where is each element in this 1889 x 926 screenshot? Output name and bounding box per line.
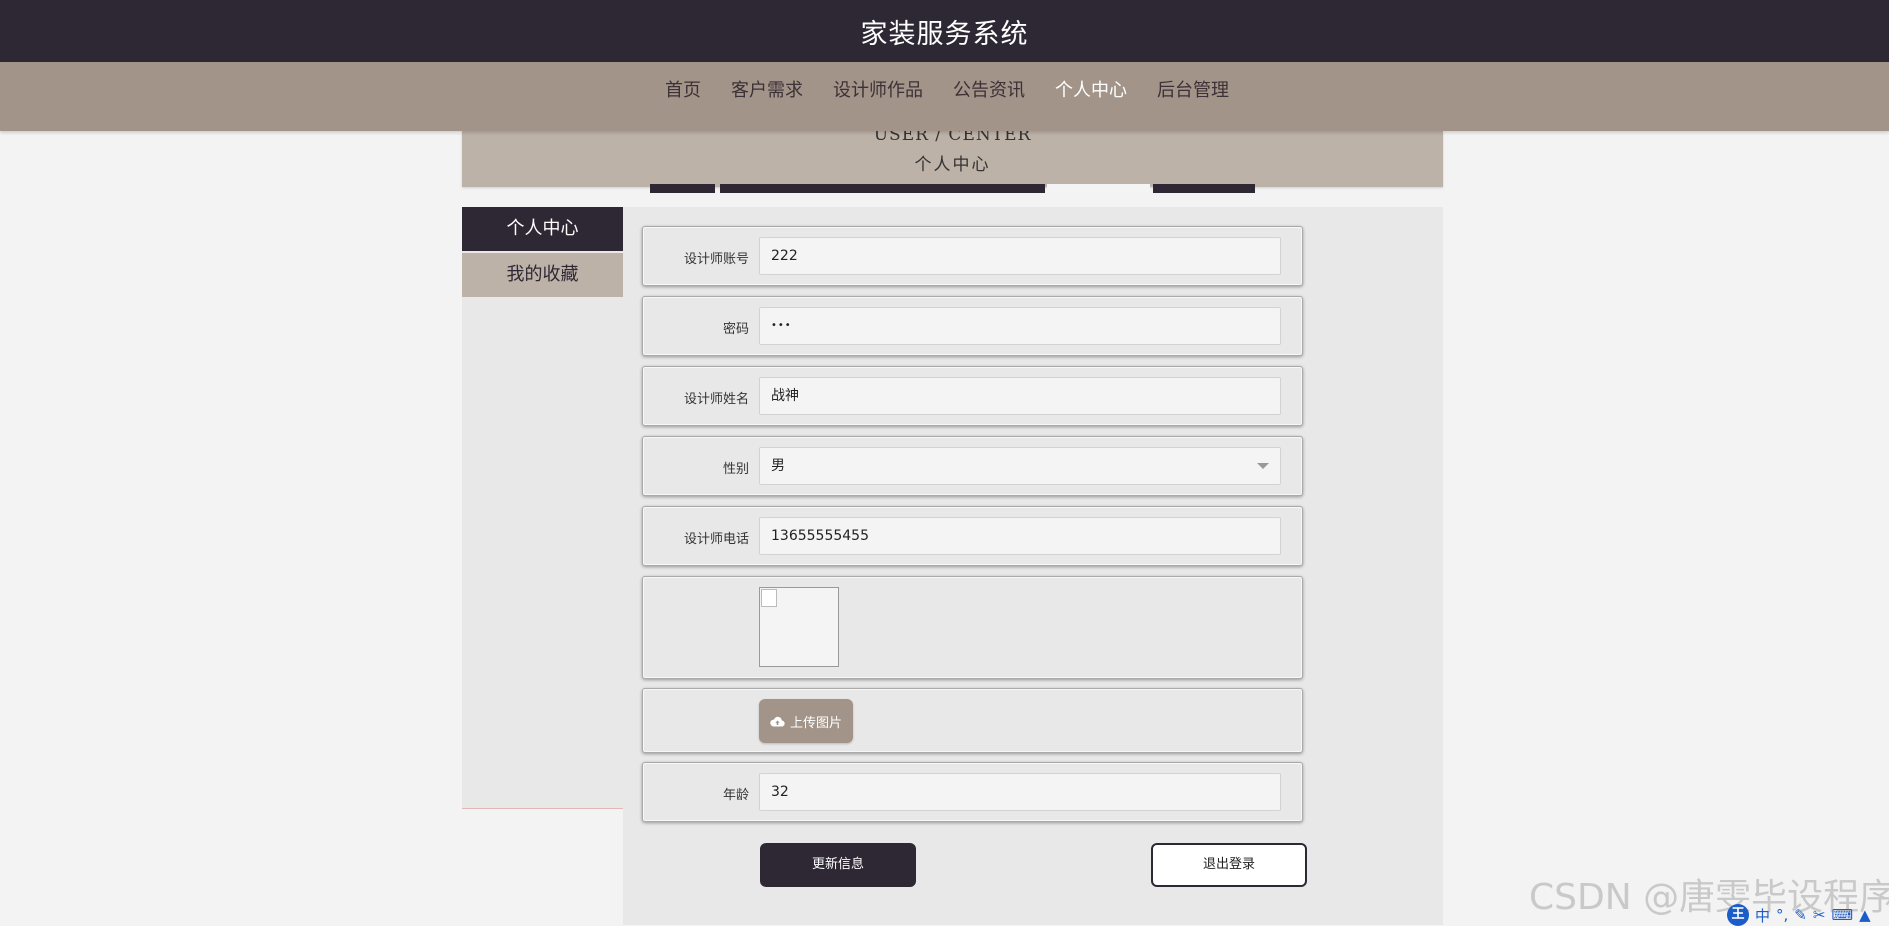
gender-value: 男 xyxy=(771,458,785,474)
account-input[interactable]: 222 xyxy=(759,237,1281,275)
nav-highlight-strip xyxy=(650,184,715,193)
form-row-account: 设计师账号 222 xyxy=(642,226,1303,286)
form-row-gender: 性别 男 xyxy=(642,436,1303,496)
age-input[interactable]: 32 xyxy=(759,773,1281,811)
profile-form: 设计师账号 222 密码 ••• 设计师姓名 战神 性别 男 设计师电话 136… xyxy=(623,207,1443,925)
nav-user-center[interactable]: 个人中心 xyxy=(1040,62,1142,119)
upload-image-button[interactable]: 上传图片 xyxy=(759,699,853,743)
upload-image-label: 上传图片 xyxy=(789,715,842,731)
cloud-upload-icon xyxy=(770,716,785,727)
scissors-icon[interactable]: ✂ xyxy=(1813,906,1826,924)
nav-designer-works[interactable]: 设计师作品 xyxy=(818,62,938,119)
section-banner: USER / CENTER 个人中心 xyxy=(462,125,1443,187)
gender-select[interactable]: 男 xyxy=(759,447,1281,485)
pen-icon[interactable]: ✎ xyxy=(1794,906,1807,924)
skin-icon[interactable]: ▲ xyxy=(1859,906,1871,924)
photo-preview xyxy=(759,587,839,667)
sidebar-item-user-center[interactable]: 个人中心 xyxy=(462,207,623,251)
form-row-upload: 上传图片 xyxy=(642,688,1303,753)
nav-admin[interactable]: 后台管理 xyxy=(1142,62,1244,119)
account-label: 设计师账号 xyxy=(683,252,749,267)
gender-label: 性别 xyxy=(722,462,749,477)
nav-home[interactable]: 首页 xyxy=(650,62,716,119)
age-label: 年龄 xyxy=(722,788,749,803)
phone-label: 设计师电话 xyxy=(683,532,749,547)
keyboard-icon[interactable]: ⌨ xyxy=(1831,906,1853,924)
nav-highlight-strip xyxy=(1153,184,1255,193)
ime-mode[interactable]: 中 xyxy=(1755,905,1770,926)
password-input[interactable]: ••• xyxy=(759,307,1281,345)
sidebar-item-favorites[interactable]: 我的收藏 xyxy=(462,253,623,297)
nav-customer-needs[interactable]: 客户需求 xyxy=(716,62,818,119)
nav-announcements[interactable]: 公告资讯 xyxy=(938,62,1040,119)
form-row-name: 设计师姓名 战神 xyxy=(642,366,1303,426)
banner-title-cn: 个人中心 xyxy=(914,155,991,175)
main-nav: 首页 客户需求 设计师作品 公告资讯 个人中心 后台管理 xyxy=(0,62,1889,193)
name-label: 设计师姓名 xyxy=(683,392,749,407)
form-row-phone: 设计师电话 13655555455 xyxy=(642,506,1303,566)
password-label: 密码 xyxy=(722,322,749,337)
chevron-down-icon xyxy=(1257,463,1269,469)
logout-button[interactable]: 退出登录 xyxy=(1151,843,1307,887)
name-input[interactable]: 战神 xyxy=(759,377,1281,415)
top-header: 家装服务系统 xyxy=(0,0,1889,62)
form-row-photo xyxy=(642,576,1303,679)
form-row-password: 密码 ••• xyxy=(642,296,1303,356)
phone-input[interactable]: 13655555455 xyxy=(759,517,1281,555)
sidebar: 个人中心 我的收藏 xyxy=(462,207,623,809)
broken-image-icon xyxy=(761,589,777,607)
update-info-button[interactable]: 更新信息 xyxy=(760,843,916,887)
ime-toolbar: 王 中 °, ✎ ✂ ⌨ ▲ xyxy=(1727,904,1871,926)
ime-logo-icon[interactable]: 王 xyxy=(1727,904,1749,926)
site-title: 家装服务系统 xyxy=(860,18,1029,50)
punctuation-icon[interactable]: °, xyxy=(1776,906,1788,924)
nav-highlight-strip xyxy=(720,184,1045,193)
nav-highlight-strip xyxy=(1047,184,1150,193)
form-row-age: 年龄 32 xyxy=(642,762,1303,822)
